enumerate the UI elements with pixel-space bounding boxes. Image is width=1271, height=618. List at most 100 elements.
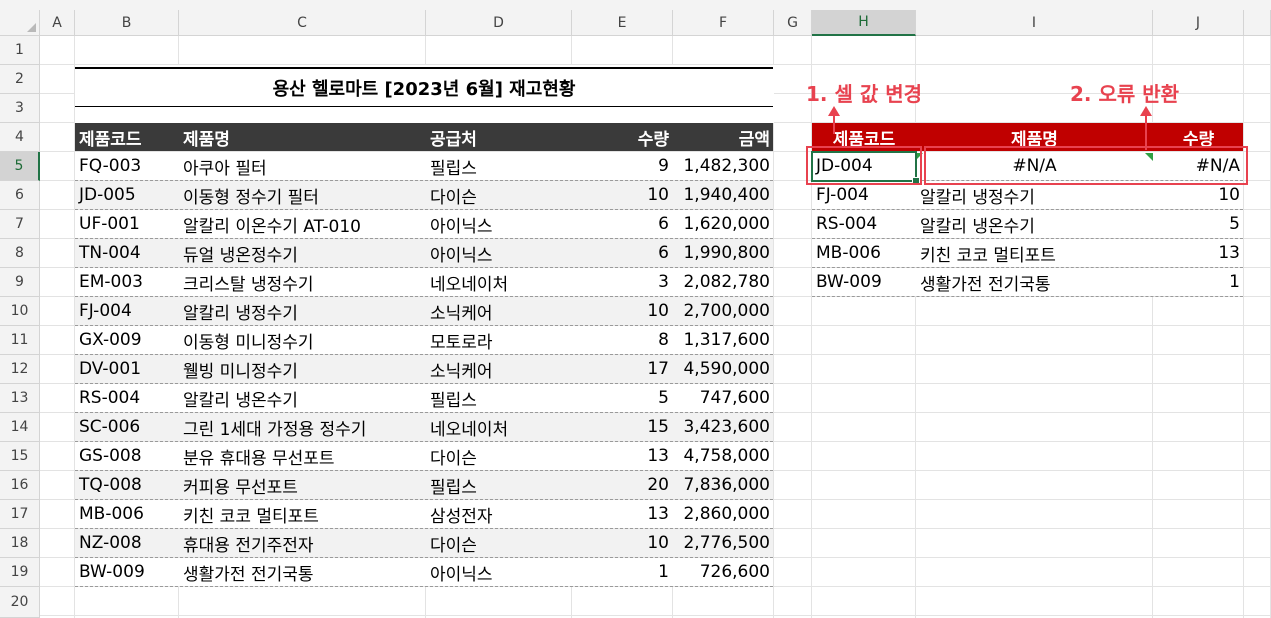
inventory-cell-product[interactable]: 이동형 정수기 필터: [179, 181, 426, 209]
inventory-cell-amount[interactable]: 1,620,000: [673, 210, 774, 238]
inventory-header-code[interactable]: 제품코드: [75, 123, 179, 151]
row-header-11[interactable]: 11: [0, 326, 40, 355]
select-all-corner[interactable]: [0, 10, 40, 36]
inventory-cell-supplier[interactable]: 필립스: [426, 471, 572, 499]
lookup-cell-product[interactable]: 생활가전 전기국통: [916, 268, 1153, 296]
inventory-cell-amount[interactable]: 1,317,600: [673, 326, 774, 354]
lookup-cell-product[interactable]: 알칼리 냉정수기: [916, 181, 1153, 209]
inventory-cell-qty[interactable]: 6: [572, 210, 673, 238]
inventory-cell-amount[interactable]: 747,600: [673, 384, 774, 412]
lookup-cell-code[interactable]: MB-006: [812, 239, 916, 267]
inventory-cell-product[interactable]: 크리스탈 냉정수기: [179, 268, 426, 296]
row-header-14[interactable]: 14: [0, 413, 40, 442]
inventory-header-supplier[interactable]: 공급처: [426, 123, 572, 151]
lookup-cell-code[interactable]: BW-009: [812, 268, 916, 296]
inventory-cell-product[interactable]: 웰빙 미니정수기: [179, 355, 426, 383]
inventory-cell-supplier[interactable]: 다이슨: [426, 181, 572, 209]
inventory-cell-qty[interactable]: 10: [572, 181, 673, 209]
row-header-18[interactable]: 18: [0, 529, 40, 558]
inventory-cell-qty[interactable]: 3: [572, 268, 673, 296]
inventory-cell-code[interactable]: FQ-003: [75, 152, 179, 180]
column-header-c[interactable]: C: [179, 10, 426, 36]
inventory-cell-code[interactable]: GS-008: [75, 442, 179, 470]
inventory-cell-supplier[interactable]: 네오네이처: [426, 268, 572, 296]
lookup-cell-qty[interactable]: 10: [1153, 181, 1244, 209]
inventory-cell-supplier[interactable]: 아이닉스: [426, 239, 572, 267]
inventory-cell-product[interactable]: 알칼리 냉온수기: [179, 384, 426, 412]
inventory-cell-amount[interactable]: 726,600: [673, 558, 774, 586]
inventory-cell-qty[interactable]: 8: [572, 326, 673, 354]
inventory-cell-qty[interactable]: 5: [572, 384, 673, 412]
inventory-cell-supplier[interactable]: 아이닉스: [426, 210, 572, 238]
inventory-cell-code[interactable]: MB-006: [75, 500, 179, 528]
lookup-cell-product[interactable]: 알칼리 냉온수기: [916, 210, 1153, 238]
inventory-cell-supplier[interactable]: 필립스: [426, 384, 572, 412]
spreadsheet-grid[interactable]: A B C D E F G H I J 1 2 3 4 5 6 7 8 9 10 11 12 13 14 15 16 17 18 19 2…: [0, 0, 1271, 618]
row-header-4[interactable]: 4: [0, 123, 40, 152]
inventory-header-amount[interactable]: 금액: [673, 123, 774, 151]
row-header-13[interactable]: 13: [0, 384, 40, 413]
lookup-cell-product[interactable]: 키친 코코 멀티포트: [916, 239, 1153, 267]
inventory-cell-supplier[interactable]: 필립스: [426, 152, 572, 180]
inventory-cell-product[interactable]: 그린 1세대 가정용 정수기: [179, 413, 426, 441]
column-header-extra[interactable]: [1244, 10, 1271, 36]
column-header-g[interactable]: G: [774, 10, 812, 36]
inventory-cell-product[interactable]: 분유 휴대용 무선포트: [179, 442, 426, 470]
inventory-cell-qty[interactable]: 10: [572, 529, 673, 557]
column-header-i[interactable]: I: [916, 10, 1153, 36]
inventory-cell-product[interactable]: 듀얼 냉온정수기: [179, 239, 426, 267]
inventory-cell-amount[interactable]: 4,758,000: [673, 442, 774, 470]
column-header-h[interactable]: H: [812, 10, 916, 36]
inventory-cell-code[interactable]: DV-001: [75, 355, 179, 383]
row-header-6[interactable]: 6: [0, 181, 40, 210]
inventory-cell-product[interactable]: 알칼리 이온수기 AT-010: [179, 210, 426, 238]
row-header-16[interactable]: 16: [0, 471, 40, 500]
inventory-cell-amount[interactable]: 2,700,000: [673, 297, 774, 325]
inventory-cell-qty[interactable]: 13: [572, 500, 673, 528]
inventory-cell-product[interactable]: 키친 코코 멀티포트: [179, 500, 426, 528]
row-header-2[interactable]: 2: [0, 65, 40, 94]
inventory-cell-amount[interactable]: 1,940,400: [673, 181, 774, 209]
row-header-8[interactable]: 8: [0, 239, 40, 268]
inventory-cell-code[interactable]: SC-006: [75, 413, 179, 441]
column-header-j[interactable]: J: [1153, 10, 1244, 36]
row-header-9[interactable]: 9: [0, 268, 40, 297]
inventory-cell-supplier[interactable]: 다이슨: [426, 442, 572, 470]
inventory-cell-supplier[interactable]: 아이닉스: [426, 558, 572, 586]
column-header-b[interactable]: B: [75, 10, 179, 36]
inventory-cell-amount[interactable]: 2,860,000: [673, 500, 774, 528]
lookup-cell-code[interactable]: FJ-004: [812, 181, 916, 209]
row-header-1[interactable]: 1: [0, 36, 40, 65]
column-header-a[interactable]: A: [40, 10, 75, 36]
inventory-cell-amount[interactable]: 2,776,500: [673, 529, 774, 557]
inventory-cell-code[interactable]: RS-004: [75, 384, 179, 412]
inventory-cell-code[interactable]: NZ-008: [75, 529, 179, 557]
inventory-cell-code[interactable]: TN-004: [75, 239, 179, 267]
inventory-cell-qty[interactable]: 17: [572, 355, 673, 383]
inventory-cell-product[interactable]: 생활가전 전기국통: [179, 558, 426, 586]
column-header-e[interactable]: E: [572, 10, 673, 36]
inventory-cell-product[interactable]: 아쿠아 필터: [179, 152, 426, 180]
lookup-cell-qty[interactable]: 13: [1153, 239, 1244, 267]
inventory-cell-supplier[interactable]: 모토로라: [426, 326, 572, 354]
column-header-f[interactable]: F: [673, 10, 774, 36]
inventory-cell-supplier[interactable]: 소닉케어: [426, 297, 572, 325]
inventory-cell-product[interactable]: 이동형 미니정수기: [179, 326, 426, 354]
row-header-19[interactable]: 19: [0, 558, 40, 587]
inventory-cell-product[interactable]: 알칼리 냉정수기: [179, 297, 426, 325]
inventory-cell-amount[interactable]: 1,482,300: [673, 152, 774, 180]
inventory-cell-amount[interactable]: 1,990,800: [673, 239, 774, 267]
inventory-cell-qty[interactable]: 15: [572, 413, 673, 441]
lookup-cell-qty[interactable]: 5: [1153, 210, 1244, 238]
inventory-cell-code[interactable]: EM-003: [75, 268, 179, 296]
inventory-cell-code[interactable]: UF-001: [75, 210, 179, 238]
inventory-cell-qty[interactable]: 6: [572, 239, 673, 267]
inventory-header-product[interactable]: 제품명: [179, 123, 426, 151]
column-header-d[interactable]: D: [426, 10, 572, 36]
inventory-cell-code[interactable]: JD-005: [75, 181, 179, 209]
row-header-3[interactable]: 3: [0, 94, 40, 123]
lookup-cell-code[interactable]: RS-004: [812, 210, 916, 238]
lookup-cell-qty[interactable]: 1: [1153, 268, 1244, 296]
inventory-cell-amount[interactable]: 4,590,000: [673, 355, 774, 383]
row-header-12[interactable]: 12: [0, 355, 40, 384]
